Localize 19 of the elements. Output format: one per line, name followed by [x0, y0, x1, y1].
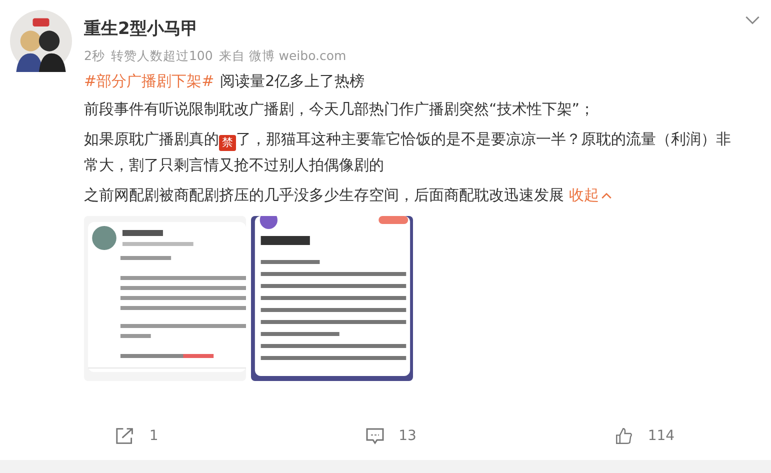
avatar[interactable]	[10, 10, 72, 72]
thumbs-up-icon[interactable]	[614, 427, 634, 445]
share-count: 1	[149, 428, 158, 444]
post-meta: 来自 微博 weibo.com	[218, 48, 346, 64]
topic-link[interactable]: #部分广播剧下架#	[84, 70, 214, 92]
share-icon[interactable]	[115, 427, 136, 445]
comment-count: 13	[398, 428, 416, 444]
author-name[interactable]: 重生2型小马甲	[84, 19, 198, 39]
chevron-down-icon[interactable]	[745, 16, 760, 25]
ban-emoji-icon: 禁	[219, 135, 236, 151]
post-text: 阅读量2亿多上了热榜	[220, 71, 365, 92]
caret-icon	[601, 192, 612, 198]
post-meta: 转赞人数超过100	[110, 48, 213, 64]
collapse-link[interactable]: 收起	[569, 182, 612, 208]
post-text: 前段事件有听说限制耽改广播剧，今天几部热门作广播剧突然“技术性下架”；	[84, 99, 596, 120]
comment-icon[interactable]	[364, 427, 385, 445]
post-meta: 2秒	[84, 48, 105, 64]
post-text: 之前网配剧被商配剧挤压的几乎没多少生存空间，后面商配耽改迅速发展 收起	[84, 182, 744, 208]
like-count: 114	[648, 428, 675, 444]
